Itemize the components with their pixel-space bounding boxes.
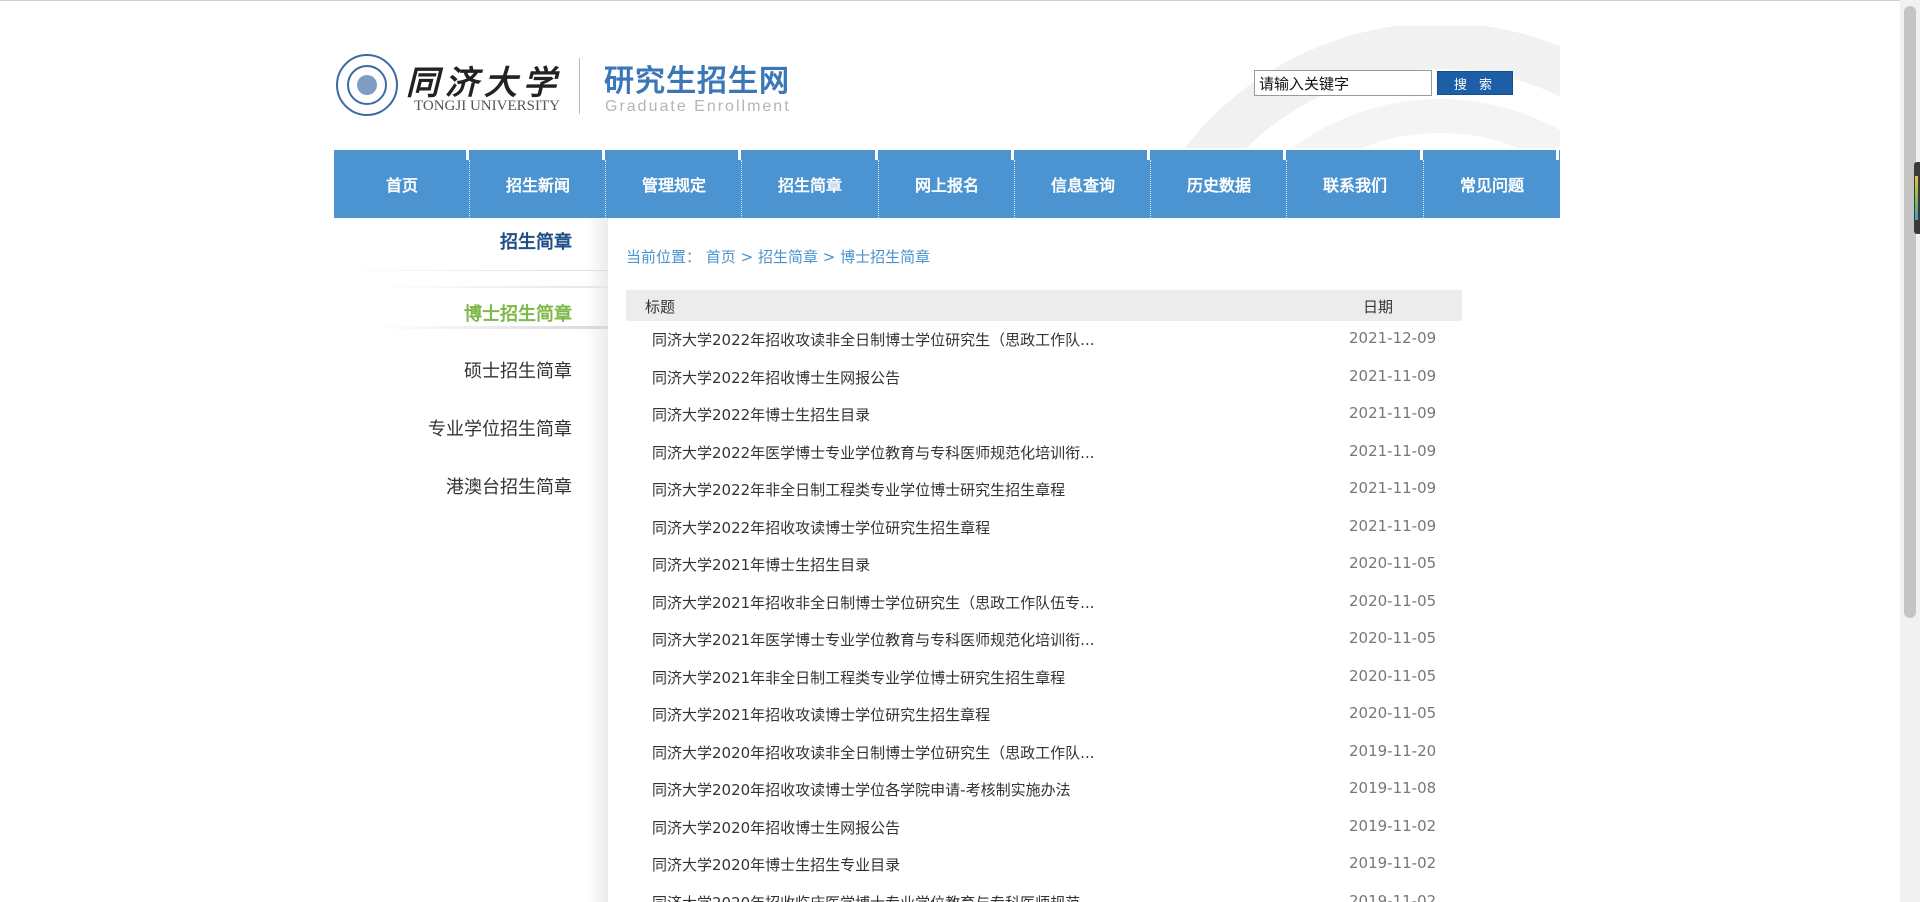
nav-item-info-query[interactable]: 信息查询 xyxy=(1015,150,1151,218)
article-date: 2021-11-09 xyxy=(1349,479,1437,497)
nav-item-contact[interactable]: 联系我们 xyxy=(1287,150,1423,218)
table-row[interactable]: 同济大学2021年招收非全日制博士学位研究生（思政工作队伍专... 2020-11… xyxy=(626,584,1462,622)
article-title-link[interactable]: 同济大学2020年招收攻读非全日制博士学位研究生（思政工作队... xyxy=(652,742,1094,763)
article-date: 2019-11-02 xyxy=(1349,891,1437,902)
article-date: 2021-11-09 xyxy=(1349,516,1437,535)
article-title-link[interactable]: 同济大学2022年招收攻读博士学位研究生招生章程 xyxy=(652,517,990,538)
page-container: 同济大学 TONGJI UNIVERSITY 研究生招生网 Graduate E… xyxy=(334,0,1560,902)
article-title-link[interactable]: 同济大学2021年博士生招生目录 xyxy=(652,554,870,575)
search-input[interactable] xyxy=(1254,70,1432,96)
article-date: 2021-12-09 xyxy=(1349,329,1437,347)
search-bar: 搜 索 xyxy=(1254,70,1554,98)
article-title-link[interactable]: 同济大学2022年招收博士生网报公告 xyxy=(652,367,900,388)
sidebar-title-divider xyxy=(334,270,608,271)
sidebar: 招生简章 博士招生简章 硕士招生简章 专业学位招生简章 港澳台招生简章 xyxy=(334,218,608,902)
site-header: 同济大学 TONGJI UNIVERSITY 研究生招生网 Graduate E… xyxy=(334,26,1560,148)
article-date: 2019-11-02 xyxy=(1349,854,1437,872)
breadcrumb-separator: > xyxy=(822,248,836,266)
article-date: 2021-11-09 xyxy=(1349,366,1437,385)
vertical-scrollbar[interactable] xyxy=(1900,0,1920,902)
breadcrumb-separator: > xyxy=(740,248,754,266)
article-title-link[interactable]: 同济大学2021年招收攻读博士学位研究生招生章程 xyxy=(652,704,990,725)
table-row[interactable]: 同济大学2021年招收攻读博士学位研究生招生章程 2020-11-05 xyxy=(626,696,1462,734)
article-date: 2021-11-09 xyxy=(1349,441,1437,460)
table-row[interactable]: 同济大学2022年非全日制工程类专业学位博士研究生招生章程 2021-11-09 xyxy=(626,471,1462,509)
article-date: 2020-11-05 xyxy=(1349,554,1437,572)
logo-divider xyxy=(579,58,580,114)
university-name-en: TONGJI UNIVERSITY xyxy=(414,98,560,114)
breadcrumb-current[interactable]: 博士招生简章 xyxy=(840,248,930,266)
main-content: 当前位置： 首页 > 招生简章 > 博士招生简章 标题 日期 同济大学2022年… xyxy=(608,218,1560,902)
article-title-link[interactable]: 同济大学2021年招收非全日制博士学位研究生（思政工作队伍专... xyxy=(652,592,1094,613)
table-row[interactable]: 同济大学2020年招收博士生网报公告 2019-11-02 xyxy=(626,809,1462,847)
table-row[interactable]: 同济大学2022年招收攻读非全日制博士学位研究生（思政工作队... 2021-12… xyxy=(626,321,1462,359)
browser-viewport: 同济大学 TONGJI UNIVERSITY 研究生招生网 Graduate E… xyxy=(0,0,1920,902)
table-row[interactable]: 同济大学2020年招收攻读非全日制博士学位研究生（思政工作队... 2019-11… xyxy=(626,734,1462,772)
site-name-en: Graduate Enrollment xyxy=(605,98,791,115)
table-row[interactable]: 同济大学2021年非全日制工程类专业学位博士研究生招生章程 2020-11-05 xyxy=(626,659,1462,697)
breadcrumb-home-link[interactable]: 首页 xyxy=(706,248,736,266)
sidebar-item-hmt-brochure[interactable]: 港澳台招生简章 xyxy=(446,473,572,499)
site-name-cn: 研究生招生网 xyxy=(604,64,790,99)
table-row[interactable]: 同济大学2020年博士生招生专业目录 2019-11-02 xyxy=(626,846,1462,884)
article-date: 2019-11-20 xyxy=(1349,741,1437,760)
active-item-top-shadow xyxy=(374,286,608,288)
main-nav: 首页 招生新闻 管理规定 招生简章 网上报名 信息查询 历史数据 联系我们 常见… xyxy=(334,150,1560,218)
nav-item-news[interactable]: 招生新闻 xyxy=(470,150,606,218)
article-title-link[interactable]: 同济大学2021年非全日制工程类专业学位博士研究生招生章程 xyxy=(652,667,1065,688)
article-date: 2019-11-08 xyxy=(1349,779,1437,797)
article-date: 2020-11-05 xyxy=(1349,629,1437,647)
article-title-link[interactable]: 同济大学2022年招收攻读非全日制博士学位研究生（思政工作队... xyxy=(652,329,1094,350)
table-header: 标题 日期 xyxy=(626,290,1462,321)
table-row[interactable]: 同济大学2021年博士生招生目录 2020-11-05 xyxy=(626,546,1462,584)
university-seal-icon xyxy=(336,54,398,116)
table-row[interactable]: 同济大学2022年招收博士生网报公告 2021-11-09 xyxy=(626,359,1462,397)
article-title-link[interactable]: 同济大学2020年招收临床医学博士专业学位教育与专科医师规范... xyxy=(652,892,1094,902)
article-title-link[interactable]: 同济大学2022年博士生招生目录 xyxy=(652,404,870,425)
column-header-title: 标题 xyxy=(645,298,676,316)
breadcrumb-section-link[interactable]: 招生简章 xyxy=(758,248,818,266)
site-logo[interactable]: 同济大学 TONGJI UNIVERSITY 研究生招生网 Graduate E… xyxy=(336,54,816,126)
nav-item-online-registration[interactable]: 网上报名 xyxy=(879,150,1015,218)
table-row[interactable]: 同济大学2022年博士生招生目录 2021-11-09 xyxy=(626,396,1462,434)
table-row[interactable]: 同济大学2020年招收临床医学博士专业学位教育与专科医师规范... 2019-11… xyxy=(626,884,1462,902)
nav-item-history-data[interactable]: 历史数据 xyxy=(1151,150,1287,218)
sidebar-item-phd-brochure[interactable]: 博士招生简章 xyxy=(464,300,572,326)
active-item-bottom-shadow xyxy=(374,326,608,329)
article-title-link[interactable]: 同济大学2022年医学博士专业学位教育与专科医师规范化培训衔... xyxy=(652,442,1094,463)
sidebar-title: 招生简章 xyxy=(500,232,572,253)
article-title-link[interactable]: 同济大学2020年招收博士生网报公告 xyxy=(652,817,900,838)
nav-item-brochures[interactable]: 招生简章 xyxy=(742,150,878,218)
column-header-date: 日期 xyxy=(1363,298,1394,316)
article-date: 2019-11-02 xyxy=(1349,816,1437,835)
article-date: 2020-11-05 xyxy=(1349,704,1437,722)
table-row[interactable]: 同济大学2022年医学博士专业学位教育与专科医师规范化培训衔... 2021-11… xyxy=(626,434,1462,472)
breadcrumb: 当前位置： 首页 > 招生简章 > 博士招生简章 xyxy=(626,246,930,267)
article-title-link[interactable]: 同济大学2020年招收攻读博士学位各学院申请-考核制实施办法 xyxy=(652,779,1071,800)
scrollbar-thumb[interactable] xyxy=(1904,6,1916,618)
article-date: 2021-11-09 xyxy=(1349,404,1437,422)
breadcrumb-label: 当前位置： xyxy=(626,248,702,266)
table-row[interactable]: 同济大学2021年医学博士专业学位教育与专科医师规范化培训衔... 2020-11… xyxy=(626,621,1462,659)
sidebar-item-master-brochure[interactable]: 硕士招生简章 xyxy=(464,357,572,383)
article-title-link[interactable]: 同济大学2022年非全日制工程类专业学位博士研究生招生章程 xyxy=(652,479,1065,500)
nav-item-regulations[interactable]: 管理规定 xyxy=(606,150,742,218)
article-date: 2020-11-05 xyxy=(1349,591,1437,610)
university-name-cn: 同济大学 xyxy=(406,63,562,102)
search-button[interactable]: 搜 索 xyxy=(1437,71,1513,95)
sidebar-item-professional-brochure[interactable]: 专业学位招生简章 xyxy=(428,415,572,441)
nav-item-home[interactable]: 首页 xyxy=(334,150,470,218)
side-widget-handle[interactable] xyxy=(1914,162,1920,234)
nav-item-faq[interactable]: 常见问题 xyxy=(1424,150,1560,218)
table-row[interactable]: 同济大学2022年招收攻读博士学位研究生招生章程 2021-11-09 xyxy=(626,509,1462,547)
article-date: 2020-11-05 xyxy=(1349,666,1437,685)
article-title-link[interactable]: 同济大学2021年医学博士专业学位教育与专科医师规范化培训衔... xyxy=(652,629,1094,650)
table-row[interactable]: 同济大学2020年招收攻读博士学位各学院申请-考核制实施办法 2019-11-08 xyxy=(626,771,1462,809)
article-title-link[interactable]: 同济大学2020年博士生招生专业目录 xyxy=(652,854,900,875)
